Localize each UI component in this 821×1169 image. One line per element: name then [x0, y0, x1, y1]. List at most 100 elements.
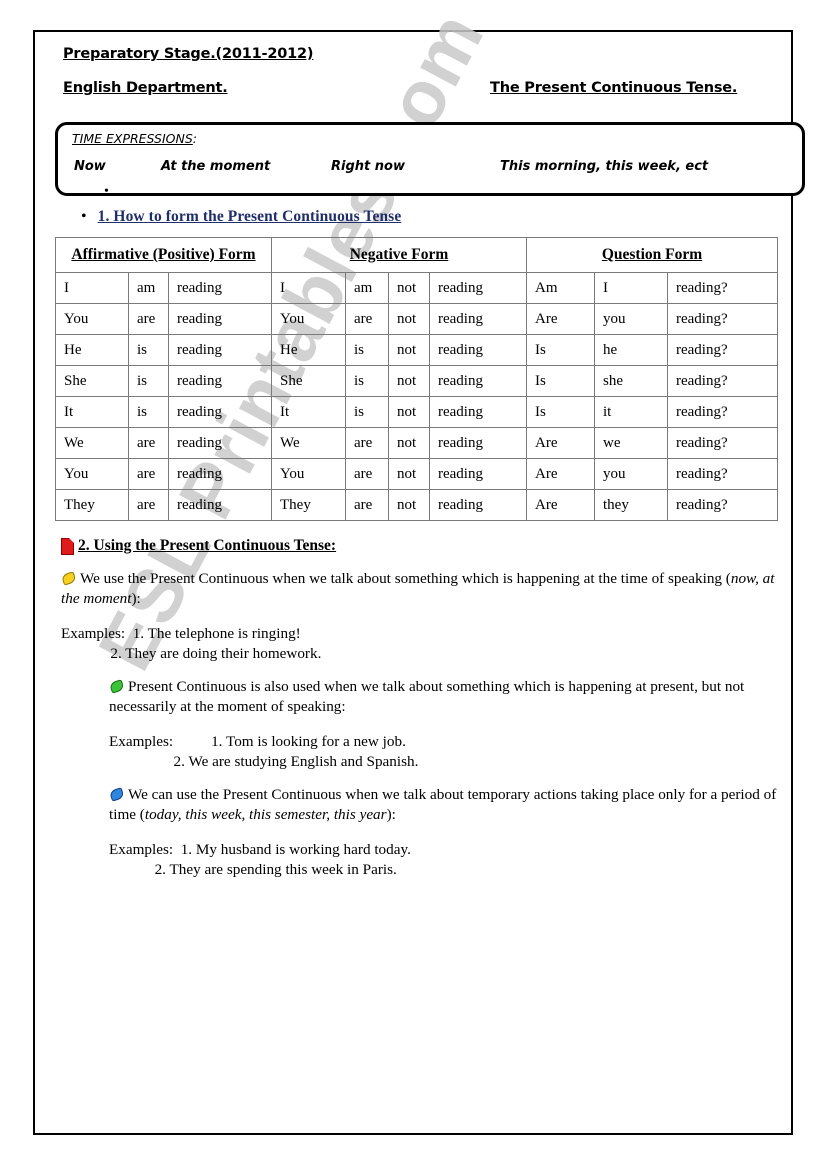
table-row: We are reading We are not reading Are we reading? — [55, 427, 779, 459]
table-cell: You — [55, 458, 129, 490]
table-cell: They — [271, 489, 346, 521]
table-cell: reading — [429, 334, 527, 366]
examples-block-3: Examples: 1. My husband is working hard … — [109, 840, 779, 879]
table-header: Affirmative (Positive) Form Negative For… — [55, 237, 779, 273]
table-cell: you — [594, 303, 668, 335]
table-cell: not — [388, 396, 430, 428]
table-cell: Are — [526, 427, 595, 459]
conjugation-table: Affirmative (Positive) Form Negative For… — [55, 237, 779, 521]
table-cell: reading? — [666, 396, 779, 428]
table-cell: is — [345, 396, 389, 428]
table-cell: reading? — [666, 303, 779, 335]
time-expressions-colon: : — [192, 131, 198, 146]
table-cell: reading? — [666, 272, 779, 304]
department-title: English Department. — [63, 80, 228, 96]
example-item: 2. They are spending this week in Paris. — [154, 860, 397, 878]
table-cell: is — [128, 396, 169, 428]
example-item: 2. They are doing their homework. — [110, 644, 322, 662]
table-row: You are reading You are not reading Are you readi… — [55, 458, 779, 490]
examples-label: Examples: — [109, 841, 174, 858]
yellow-gem-icon — [59, 568, 78, 587]
table-row: You are reading You are not reading Are you readi… — [55, 303, 779, 335]
table-cell: am — [128, 272, 169, 304]
column-group-negative: Negative Form — [271, 237, 527, 273]
table-cell: Is — [526, 396, 595, 428]
time-expression-item: This morning, this week, ect — [500, 159, 709, 174]
table-cell: We — [271, 427, 346, 459]
table-cell: not — [388, 272, 430, 304]
usage-paragraph-1-tail: ): — [131, 589, 141, 607]
table-row: They are reading They are not reading Are they re… — [55, 489, 779, 521]
worksheet-title: The Present Continuous Tense. — [490, 80, 738, 96]
table-cell: we — [594, 427, 668, 459]
column-group-question: Question Form — [525, 237, 779, 273]
table-cell: Am — [526, 272, 595, 304]
time-expressions-box: TIME EXPRESSIONS: Now At the moment Righ… — [55, 122, 805, 199]
table-cell: not — [388, 334, 430, 366]
table-cell: reading — [168, 458, 272, 490]
example-item: 1. My husband is working hard today. — [180, 841, 411, 858]
table-cell: It — [271, 396, 346, 428]
table-cell: are — [128, 303, 169, 335]
time-expressions-list: Now At the moment Right now This morning… — [58, 159, 802, 183]
table-cell: reading? — [666, 489, 779, 521]
usage-paragraph-3: We can use the Present Continuous when w… — [107, 784, 779, 824]
table-cell: am — [345, 272, 389, 304]
table-cell: Are — [526, 489, 595, 521]
table-cell: reading — [429, 303, 527, 335]
preparatory-stage-title: Preparatory Stage.(2011-2012) — [63, 46, 314, 62]
table-cell: He — [271, 334, 346, 366]
table-cell: is — [345, 365, 389, 397]
time-expression-item: Right now — [331, 159, 405, 174]
table-cell: reading — [429, 272, 527, 304]
header-line-1: Preparatory Stage.(2011-2012) — [47, 42, 779, 76]
column-group-question-label: Question Form — [601, 246, 703, 263]
table-cell: not — [388, 458, 430, 490]
section-2-heading-row: 2. Using the Present Continuous Tense: — [61, 537, 779, 555]
table-cell: is — [128, 365, 169, 397]
table-cell: reading? — [666, 365, 779, 397]
table-cell: you — [594, 458, 668, 490]
table-cell: I — [271, 272, 346, 304]
table-cell: She — [55, 365, 129, 397]
usage-paragraph-1: We use the Present Continuous when we ta… — [59, 568, 779, 608]
section-2-heading: 2. Using the Present Continuous Tense: — [78, 537, 337, 554]
table-cell: are — [128, 489, 169, 521]
usage-paragraph-3-italic: today, this week, this semester, this ye… — [144, 805, 387, 823]
table-cell: Are — [526, 303, 595, 335]
table-row: It is reading It is not reading Is it reading? — [55, 396, 779, 428]
green-gem-icon — [107, 676, 126, 695]
worksheet-content: Preparatory Stage.(2011-2012) English De… — [33, 30, 805, 1135]
table-cell: not — [388, 427, 430, 459]
table-cell: reading? — [666, 334, 779, 366]
table-cell: are — [345, 303, 389, 335]
usage-paragraph-2-text: Present Continuous is also used when we … — [109, 678, 745, 715]
table-cell: reading — [168, 334, 272, 366]
table-cell: reading — [429, 458, 527, 490]
examples-block-1: Examples: 1. The telephone is ringing! 2… — [61, 624, 779, 663]
table-cell: not — [388, 365, 430, 397]
table-cell: reading — [429, 396, 527, 428]
section-1-heading[interactable]: 1. How to form the Present Continuous Te… — [98, 208, 402, 226]
table-cell: reading — [429, 489, 527, 521]
column-group-affirmative-label: Affirmative (Positive) Form — [71, 246, 256, 263]
table-row: She is reading She is not reading Is she reading? — [55, 365, 779, 397]
table-cell: she — [594, 365, 668, 397]
examples-label: Examples: — [61, 625, 126, 642]
table-cell: are — [345, 489, 389, 521]
table-cell: Is — [526, 334, 595, 366]
table-cell: Are — [526, 458, 595, 490]
table-cell: They — [55, 489, 129, 521]
header-line-2: English Department. The Present Continuo… — [47, 76, 779, 110]
table-cell: reading? — [666, 427, 779, 459]
table-cell: You — [271, 458, 346, 490]
blue-gem-icon — [107, 784, 126, 803]
red-page-icon-fold — [69, 537, 74, 543]
table-cell: is — [345, 334, 389, 366]
table-cell: are — [345, 427, 389, 459]
time-expression-item: At the moment — [161, 159, 271, 174]
table-cell: are — [345, 458, 389, 490]
table-cell: reading — [168, 272, 272, 304]
usage-paragraph-3-tail: ): — [386, 805, 396, 823]
table-cell: is — [128, 334, 169, 366]
